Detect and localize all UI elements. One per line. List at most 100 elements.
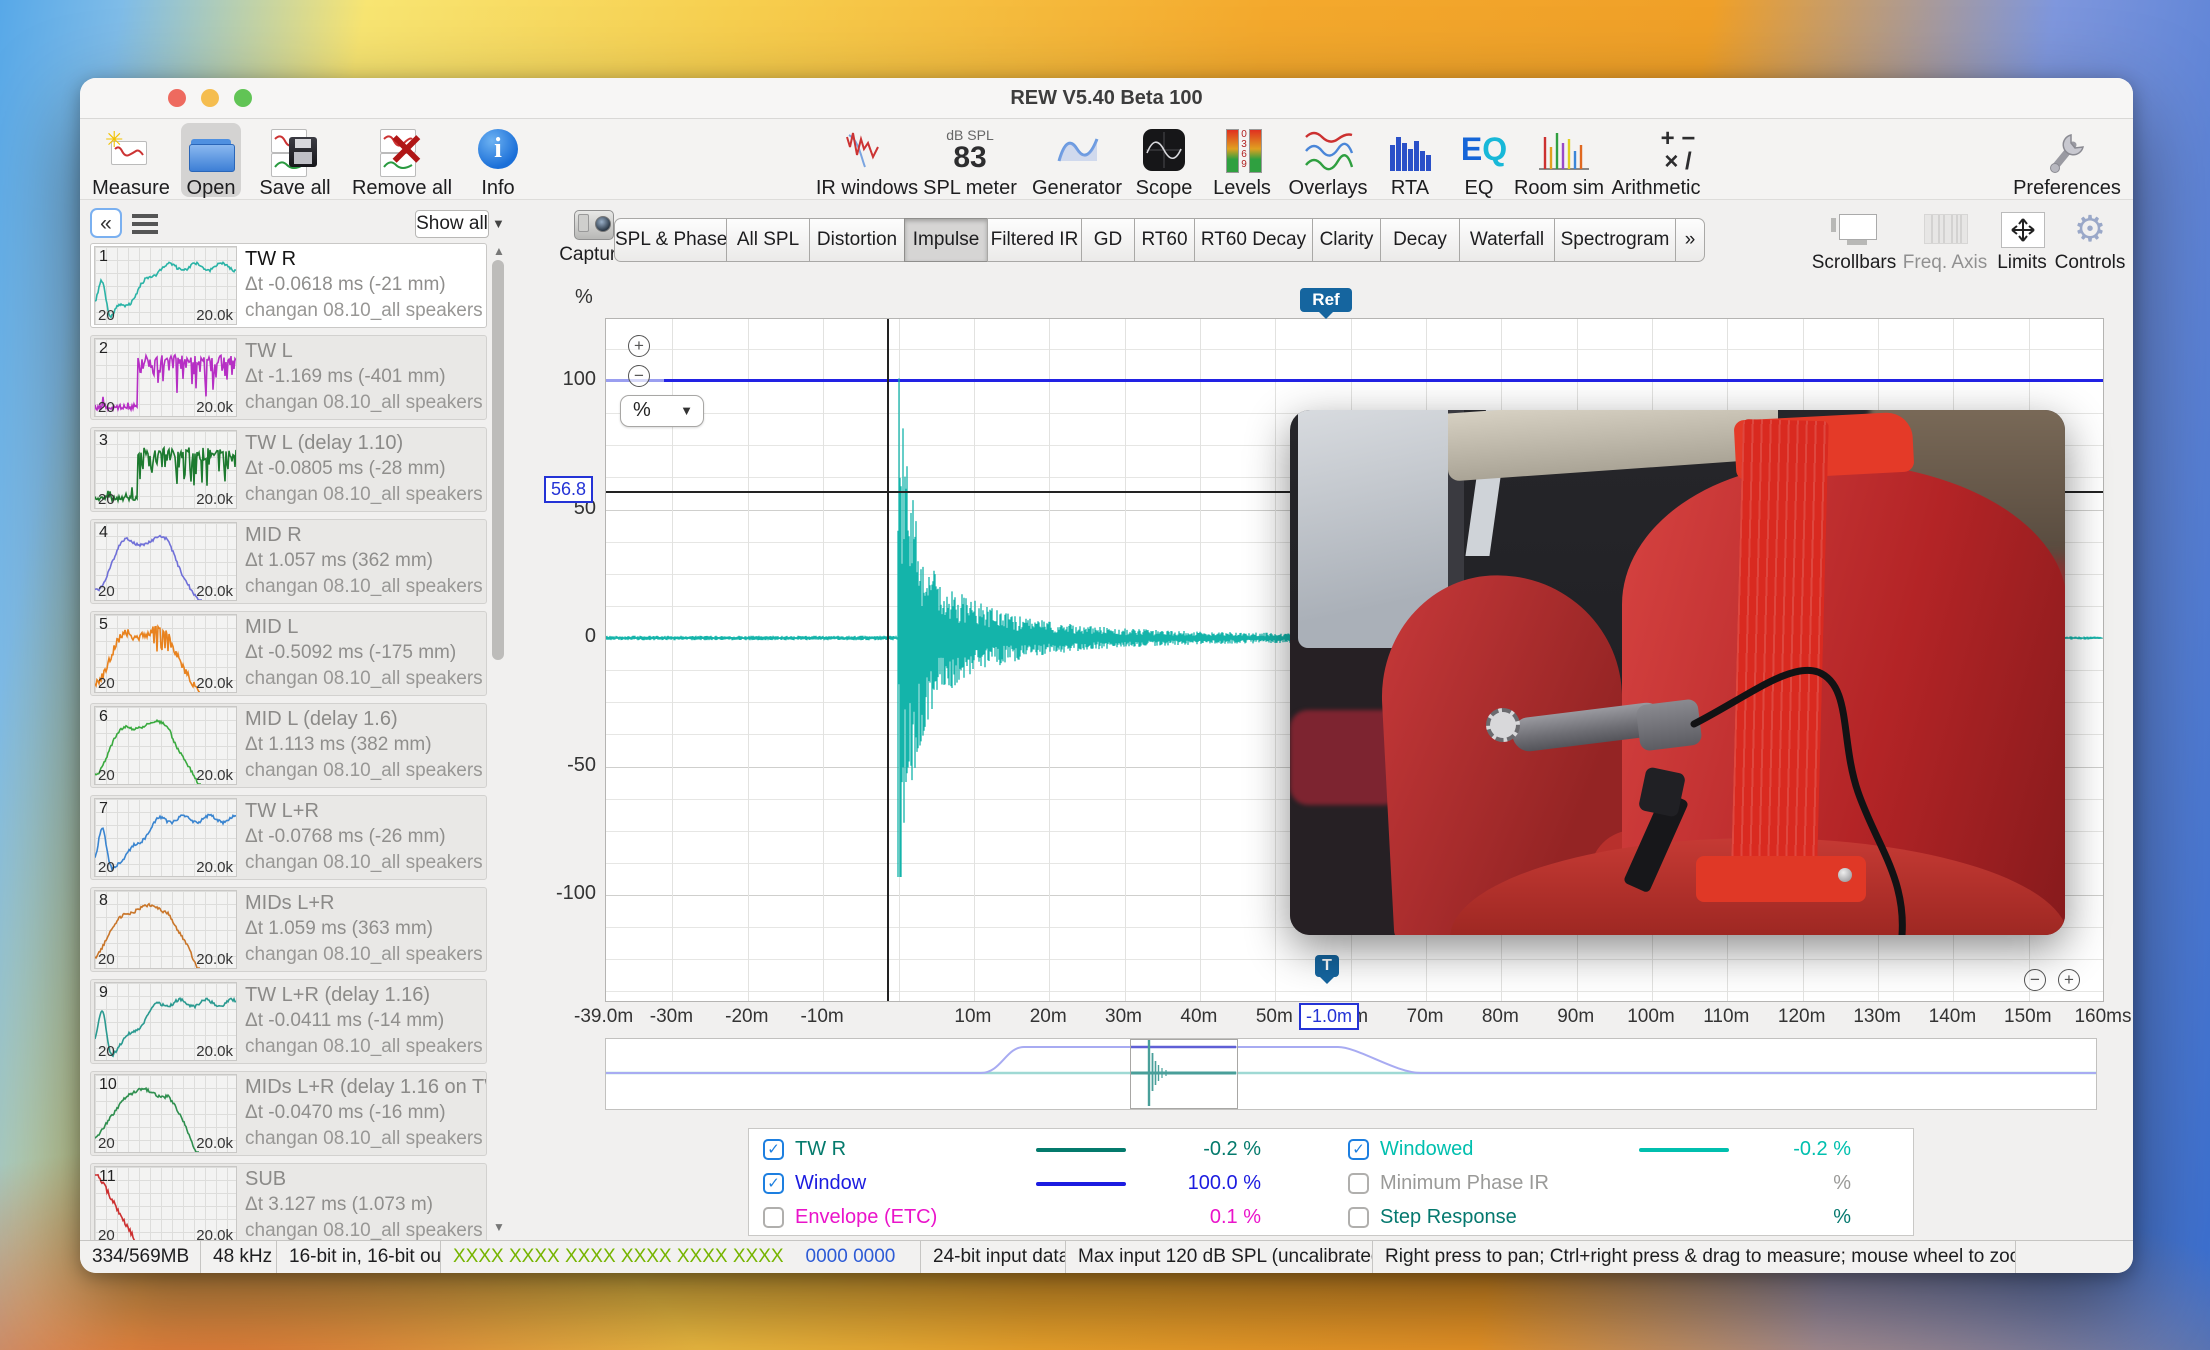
measurement-list-scrollbar[interactable]: ▲ ▼	[490, 242, 508, 1238]
thumb-freq-max: 20.0k	[196, 859, 233, 876]
controls-button[interactable]: ⚙Controls	[2045, 212, 2133, 274]
scrollbars-button[interactable]: Scrollbars	[1809, 212, 1899, 274]
overlays-button[interactable]: Overlays	[1284, 123, 1372, 197]
thumb-freq-max: 20.0k	[196, 1227, 233, 1240]
level-cursor-value[interactable]: 56.8	[544, 476, 593, 503]
open-button[interactable]: Open	[181, 123, 241, 197]
show-all-dropdown[interactable]: Show all	[415, 210, 489, 238]
tab-overflow-button[interactable]: »	[1675, 218, 1705, 262]
remove-all-button[interactable]: ✕ Remove all	[344, 123, 460, 197]
navigator-selection[interactable]	[1130, 1039, 1238, 1109]
measurement-file: changan 08.10_all speakers ra	[245, 760, 487, 782]
zoom-in-x-button[interactable]: +	[2058, 969, 2080, 991]
controls-icon: ⚙	[2067, 212, 2113, 246]
show-all-chevron-icon[interactable]: ▼	[492, 216, 508, 232]
eq-button[interactable]: EQ EQ	[1448, 123, 1510, 197]
view-button-label: Scrollbars	[1812, 252, 1896, 274]
collapse-sidebar-button[interactable]: «	[90, 208, 122, 238]
zoom-out-y-button[interactable]: −	[628, 365, 650, 387]
measurement-item-7[interactable]: 72020.0kTW L+RΔt -0.0768 ms (-26 mm)chan…	[90, 795, 487, 880]
tab-decay[interactable]: Decay	[1380, 218, 1460, 262]
tab-rt60[interactable]: RT60	[1134, 218, 1195, 262]
arithmetic-icon: + −× /	[1630, 127, 1682, 175]
legend-checkbox-step-response[interactable]	[1348, 1207, 1369, 1228]
trace-legend: ✓TW R-0.2 %✓Window100.0 %Envelope (ETC)0…	[748, 1128, 1914, 1236]
levels-button[interactable]: 0369 Levels	[1206, 123, 1278, 197]
tab-rt60-decay[interactable]: RT60 Decay	[1194, 218, 1313, 262]
x-tick-label: 150m	[2004, 1006, 2052, 1028]
time-cursor-value[interactable]: -1.0m	[1299, 1003, 1359, 1030]
zoom-in-y-button[interactable]: +	[628, 335, 650, 357]
tab-distortion[interactable]: Distortion	[809, 218, 905, 262]
star-icon: ✳	[105, 127, 123, 153]
x-tick-label: -20m	[725, 1006, 768, 1028]
measurement-item-2[interactable]: 22020.0kTW LΔt -1.169 ms (-401 mm)changa…	[90, 335, 487, 420]
tab-waterfall[interactable]: Waterfall	[1459, 218, 1555, 262]
x-tick-label: -10m	[800, 1006, 843, 1028]
tab-spl-phase[interactable]: SPL & Phase	[614, 218, 727, 262]
rta-button[interactable]: RTA	[1376, 123, 1444, 197]
eq-icon: EQ	[1453, 127, 1505, 175]
main-toolbar: ✳ Measure Open Save all	[80, 119, 2133, 200]
status-text: XXXX XXXX XXXX XXXX XXXX XXXX	[453, 1246, 784, 1267]
save-all-button[interactable]: Save all	[248, 123, 342, 197]
time-cursor-line[interactable]	[887, 319, 889, 1001]
measurement-name: SUB	[245, 1168, 286, 1191]
measurement-actions-menu-icon[interactable]	[132, 212, 162, 236]
tab-filtered-ir[interactable]: Filtered IR	[987, 218, 1082, 262]
tab-all-spl[interactable]: All SPL	[726, 218, 810, 262]
generator-button[interactable]: Generator	[1032, 123, 1122, 197]
scope-button[interactable]: Scope	[1126, 123, 1202, 197]
measurement-item-1[interactable]: 12020.0kTW RΔt -0.0618 ms (-21 mm)changa…	[90, 243, 487, 328]
scrollbar-thumb[interactable]	[492, 260, 504, 660]
titlebar: REW V5.40 Beta 100	[80, 78, 2133, 119]
legend-checkbox-windowed[interactable]: ✓	[1348, 1139, 1369, 1160]
tab-impulse[interactable]: Impulse	[904, 218, 988, 262]
t-marker[interactable]: T	[1315, 955, 1339, 977]
ir-navigator[interactable]	[605, 1038, 2097, 1110]
legend-checkbox-minimum-phase-ir[interactable]	[1348, 1173, 1369, 1194]
legend-label: Minimum Phase IR	[1380, 1172, 1549, 1195]
tab-spectrogram[interactable]: Spectrogram	[1554, 218, 1676, 262]
x-tick-label: 50m	[1256, 1006, 1293, 1028]
measurement-item-5[interactable]: 52020.0kMID LΔt -0.5092 ms (-175 mm)chan…	[90, 611, 487, 696]
measurement-item-10[interactable]: 102020.0kMIDs L+R (delay 1.16 on TW)Δt -…	[90, 1071, 487, 1156]
info-icon: i	[472, 127, 524, 175]
arithmetic-button[interactable]: + −× / Arithmetic	[1608, 123, 1704, 197]
measure-button[interactable]: ✳ Measure	[88, 123, 174, 197]
y-unit-select[interactable]: % ▼	[620, 395, 704, 427]
x-tick-label: 110m	[1703, 1006, 1749, 1028]
scroll-up-icon[interactable]: ▲	[493, 244, 505, 258]
x-tick-label: -30m	[650, 1006, 693, 1028]
rta-icon	[1384, 127, 1436, 175]
thumb-freq-max: 20.0k	[196, 583, 233, 600]
scroll-down-icon[interactable]: ▼	[493, 1220, 505, 1234]
measurement-file: changan 08.10_all speakers ra	[245, 484, 487, 506]
tab-clarity[interactable]: Clarity	[1312, 218, 1381, 262]
measurement-item-9[interactable]: 92020.0kTW L+R (delay 1.16)Δt -0.0411 ms…	[90, 979, 487, 1064]
measurement-name: TW R	[245, 248, 296, 271]
legend-value: %	[1731, 1172, 1851, 1195]
measurement-file: changan 08.10_all speakers ra	[245, 576, 487, 598]
ref-marker[interactable]: Ref	[1300, 288, 1352, 312]
preferences-button[interactable]: Preferences	[2010, 123, 2124, 197]
view-button-label: Limits	[1997, 252, 2047, 274]
measurement-item-8[interactable]: 82020.0kMIDs L+RΔt 1.059 ms (363 mm)chan…	[90, 887, 487, 972]
measurement-item-11[interactable]: 112020.0kSUBΔt 3.127 ms (1.073 m)changan…	[90, 1163, 487, 1240]
save-all-icon	[269, 127, 321, 175]
tab-gd[interactable]: GD	[1081, 218, 1135, 262]
measurement-item-4[interactable]: 42020.0kMID RΔt 1.057 ms (362 mm)changan…	[90, 519, 487, 604]
rew-window: REW V5.40 Beta 100 ✳ Measure Open	[80, 78, 2133, 1273]
room-sim-button[interactable]: Room sim	[1512, 123, 1606, 197]
spl-meter-button[interactable]: dB SPL 83 SPL meter	[920, 123, 1020, 197]
measurement-item-3[interactable]: 32020.0kTW L (delay 1.10)Δt -0.0805 ms (…	[90, 427, 487, 512]
y-tick-label: -50	[532, 754, 596, 777]
info-button[interactable]: i Info	[468, 123, 528, 197]
measurement-item-6[interactable]: 62020.0kMID L (delay 1.6)Δt 1.113 ms (38…	[90, 703, 487, 788]
floppy-icon	[289, 137, 317, 167]
measurement-file: changan 08.10_all speakers ra	[245, 944, 487, 966]
measurement-number: 8	[99, 892, 108, 910]
ir-windows-button[interactable]: IR windows	[822, 123, 912, 197]
zoom-out-x-button[interactable]: −	[2024, 969, 2046, 991]
measurement-delta-t: Δt 3.127 ms (1.073 m)	[245, 1194, 433, 1216]
